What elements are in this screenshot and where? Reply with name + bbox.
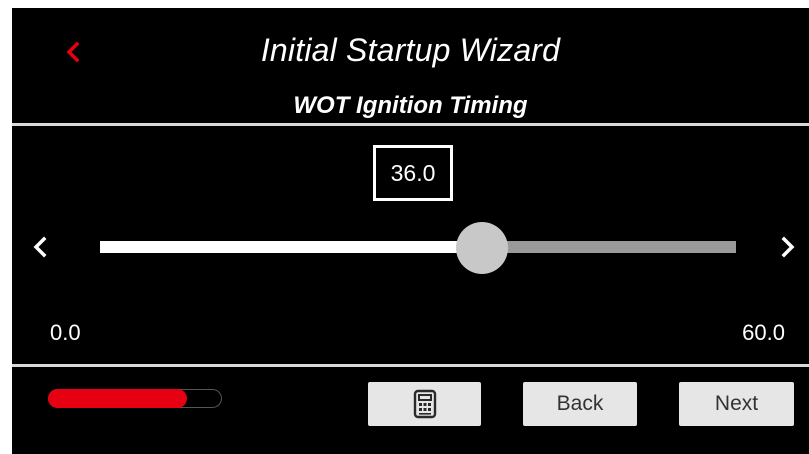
wizard-progress-fill xyxy=(48,389,187,408)
wizard-progress-bar xyxy=(48,389,222,408)
calculator-button[interactable] xyxy=(368,382,481,426)
decrement-chevron-icon[interactable] xyxy=(30,233,50,261)
increment-chevron-icon[interactable] xyxy=(778,233,798,261)
header-divider xyxy=(12,123,809,126)
back-button[interactable]: Back xyxy=(523,382,637,426)
page-title: Initial Startup Wizard xyxy=(260,32,561,68)
slider-track-fill xyxy=(100,241,482,253)
page-subtitle: WOT Ignition Timing xyxy=(293,92,528,119)
timing-slider[interactable] xyxy=(100,222,736,274)
wizard-screen: Initial Startup Wizard WOT Ignition Timi… xyxy=(12,8,809,454)
range-max-label: 60.0 xyxy=(742,320,785,345)
value-display[interactable]: 36.0 xyxy=(373,145,453,201)
next-button[interactable]: Next xyxy=(679,382,794,426)
footer-divider xyxy=(12,364,809,367)
range-min-label: 0.0 xyxy=(50,320,81,345)
calculator-icon xyxy=(413,389,436,419)
slider-thumb[interactable] xyxy=(456,222,508,274)
value-text: 36.0 xyxy=(390,159,436,186)
